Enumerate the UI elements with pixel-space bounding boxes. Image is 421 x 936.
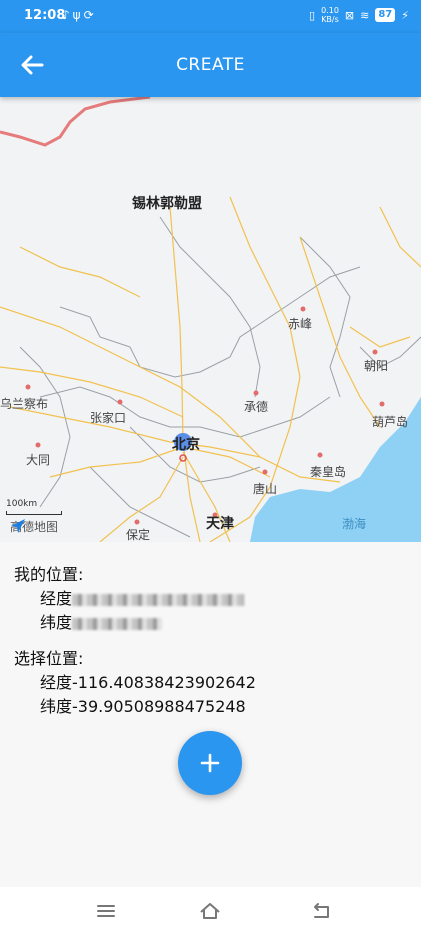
map-label: 葫芦岛: [372, 415, 409, 429]
map-logo: 高德地图: [10, 518, 58, 535]
map-label: 保定: [126, 528, 151, 542]
status-bar: 12:08 ♪ψ⟳ ▯ 0.10 KB/s ⊠ ≋ 87 ⚡: [0, 0, 421, 33]
nav-menu-button[interactable]: [93, 899, 119, 923]
map-label: 秦皇岛: [310, 465, 347, 479]
vibrate-icon: ▯: [309, 8, 316, 22]
selected-latitude: 纬度-39.90508988475248: [40, 697, 246, 716]
status-notification-icons: ♪ψ⟳: [62, 8, 97, 22]
map-label: 大同: [26, 453, 51, 467]
usb-icon: ψ: [72, 8, 84, 22]
home-icon: [200, 903, 220, 919]
nav-back-button[interactable]: [308, 899, 334, 923]
battery-level: 87: [375, 8, 396, 22]
system-nav-bar: [0, 887, 421, 936]
map-label: 天津: [206, 516, 234, 532]
my-latitude-label: 纬度: [40, 613, 73, 632]
nav-home-button[interactable]: [197, 899, 223, 923]
my-location-heading: 我的位置:: [14, 565, 84, 584]
map-canvas: [0, 97, 421, 542]
map-label: 赤峰: [288, 317, 313, 331]
menu-icon: [97, 905, 115, 917]
status-right-area: ▯ 0.10 KB/s ⊠ ≋ 87 ⚡: [309, 6, 409, 24]
back-icon: [314, 903, 329, 918]
map-label: 乌兰察布: [0, 397, 49, 411]
sea-label: 渤海: [342, 517, 367, 531]
map-label: 北京: [172, 437, 200, 453]
my-longitude: 经度: [14, 587, 414, 611]
map-view[interactable]: 锡林郭勒盟 赤峰 朝阳 乌兰察布 张家口 承德 葫芦岛 北京 大同 唐山 秦皇岛…: [0, 97, 421, 542]
net-speed: 0.10 KB/s: [321, 6, 339, 24]
my-longitude-label: 经度: [40, 589, 73, 608]
location-info: 我的位置: 经度 纬度 选择位置: 经度-116.40838423902642 …: [14, 562, 414, 719]
plus-icon: [200, 753, 220, 773]
map-label: 朝阳: [364, 359, 389, 373]
map-label: 唐山: [253, 482, 278, 496]
redacted-value: [72, 617, 163, 630]
net-speed-unit: KB/s: [321, 15, 339, 24]
page-title: CREATE: [176, 55, 245, 75]
map-label: 锡林郭勒盟: [132, 196, 202, 212]
app-bar: CREATE: [0, 33, 421, 97]
net-speed-value: 0.10: [321, 6, 339, 15]
map-label: 张家口: [90, 411, 127, 425]
wifi-icon: ≋: [360, 8, 370, 22]
map-label: 承德: [244, 400, 269, 414]
sync-icon: ⟳: [83, 8, 97, 22]
map-scale-bar: [6, 511, 62, 515]
tiktok-icon: ♪: [62, 8, 73, 22]
sim-icon: ⊠: [344, 8, 355, 22]
redacted-value: [72, 593, 245, 606]
national-border: [0, 97, 151, 147]
navigation-arrow-icon: [11, 519, 25, 533]
my-latitude: 纬度: [14, 611, 414, 635]
map-scale-label: 100km: [6, 499, 38, 509]
status-time: 12:08: [24, 8, 66, 23]
add-button[interactable]: [178, 731, 242, 795]
selected-location-heading: 选择位置:: [14, 649, 84, 668]
selected-longitude: 经度-116.40838423902642: [40, 673, 256, 692]
charging-icon: ⚡: [401, 8, 409, 22]
